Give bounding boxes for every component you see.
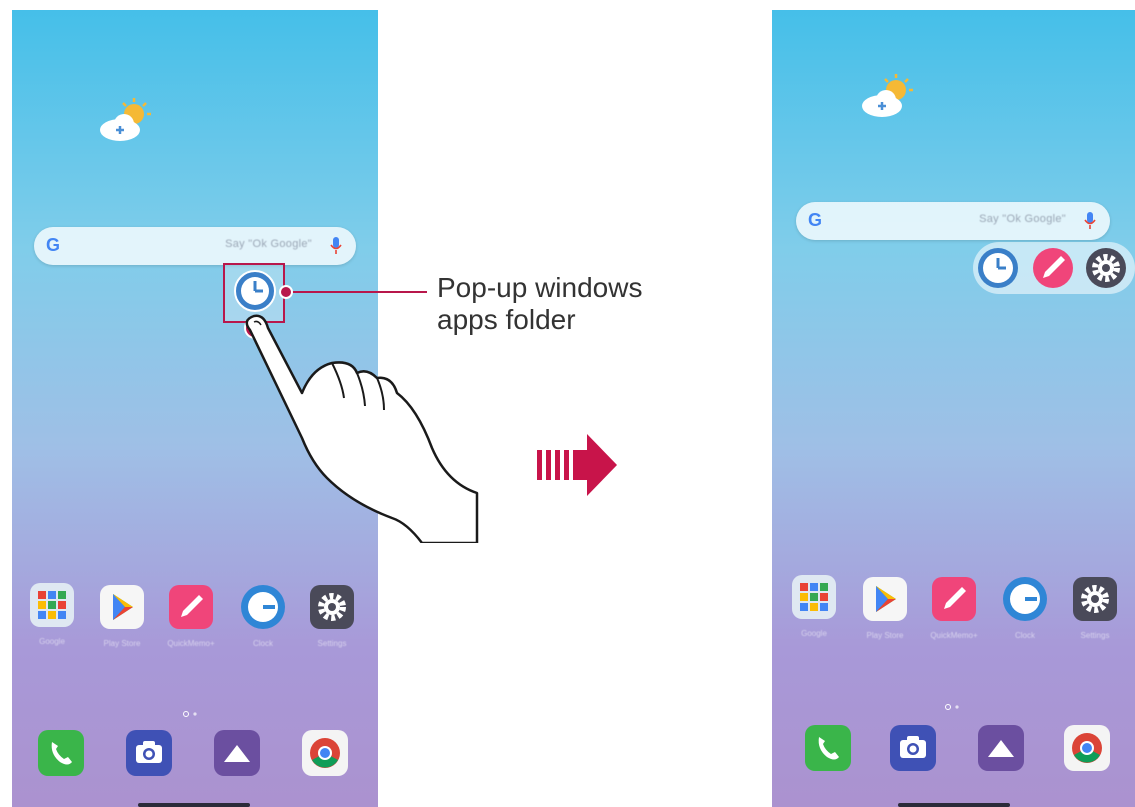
camera-icon <box>900 736 926 758</box>
dock-camera[interactable] <box>126 730 172 776</box>
app-label: QuickMemo+ <box>167 639 215 648</box>
settings-icon <box>318 593 346 621</box>
callout-dot <box>279 285 293 299</box>
mic-icon[interactable] <box>330 236 342 256</box>
chrome-icon <box>310 738 340 768</box>
quickmemo-icon <box>181 595 203 617</box>
callout-line <box>287 291 427 293</box>
app-label: Google <box>39 637 65 646</box>
right-arrow-icon <box>537 434 617 496</box>
dock-camera[interactable] <box>890 725 936 771</box>
dock-phone[interactable] <box>805 725 851 771</box>
google-search-bar[interactable]: G Say "Ok Google" <box>796 202 1110 240</box>
app-label: Google <box>801 629 827 638</box>
app-settings[interactable] <box>310 585 354 629</box>
quickmemo-icon <box>944 587 966 609</box>
clock-icon <box>248 592 278 622</box>
weather-icon[interactable] <box>858 72 918 122</box>
dock-phone[interactable] <box>38 730 84 776</box>
app-quickmemo[interactable] <box>169 585 213 629</box>
nav-bar[interactable] <box>138 803 250 807</box>
gallery-icon <box>988 740 1014 757</box>
dock-chrome[interactable] <box>302 730 348 776</box>
page-indicator <box>945 704 959 710</box>
camera-icon <box>136 741 162 763</box>
google-folder-icon <box>800 583 828 611</box>
app-play-store[interactable] <box>863 577 907 621</box>
settings-icon <box>1081 585 1109 613</box>
popup-settings-icon[interactable] <box>1084 246 1128 290</box>
app-clock[interactable] <box>1003 577 1047 621</box>
app-label: Play Store <box>103 639 141 648</box>
google-logo: G <box>46 235 61 255</box>
app-quickmemo[interactable] <box>932 577 976 621</box>
chrome-icon <box>1072 733 1102 763</box>
home-screen-after: G Say "Ok Google" Google Play Store Quic… <box>772 10 1135 807</box>
google-search-bar[interactable]: G Say "Ok Google" <box>34 227 356 265</box>
nav-bar[interactable] <box>898 803 1010 807</box>
phone-icon <box>51 742 72 765</box>
app-label: Settings <box>317 639 347 648</box>
popup-clock-icon[interactable] <box>976 246 1020 290</box>
play-store-icon <box>876 586 896 612</box>
gallery-icon <box>224 745 250 762</box>
dock-gallery[interactable] <box>214 730 260 776</box>
app-label: QuickMemo+ <box>930 631 978 640</box>
app-label: Clock <box>1014 631 1035 640</box>
clock-icon <box>1010 584 1040 614</box>
app-label: Play Store <box>866 631 904 640</box>
tapping-hand-illustration <box>244 314 479 543</box>
dock-chrome[interactable] <box>1064 725 1110 771</box>
app-play-store[interactable] <box>100 585 144 629</box>
page-indicator <box>183 711 197 717</box>
app-google-folder[interactable] <box>792 575 836 619</box>
app-google-folder[interactable] <box>30 583 74 627</box>
google-folder-icon <box>38 591 66 619</box>
search-hint: Say "Ok Google" <box>979 213 1066 225</box>
play-store-icon <box>113 594 133 620</box>
app-label: Settings <box>1080 631 1110 640</box>
mic-icon[interactable] <box>1084 211 1096 231</box>
dock-gallery[interactable] <box>978 725 1024 771</box>
weather-icon[interactable] <box>96 96 156 146</box>
google-logo: G <box>808 210 823 230</box>
app-label: Clock <box>252 639 273 648</box>
phone-icon <box>818 737 839 760</box>
search-hint: Say "Ok Google" <box>225 238 312 250</box>
app-clock[interactable] <box>241 585 285 629</box>
app-settings[interactable] <box>1073 577 1117 621</box>
popup-quickmemo-icon[interactable] <box>1031 246 1075 290</box>
